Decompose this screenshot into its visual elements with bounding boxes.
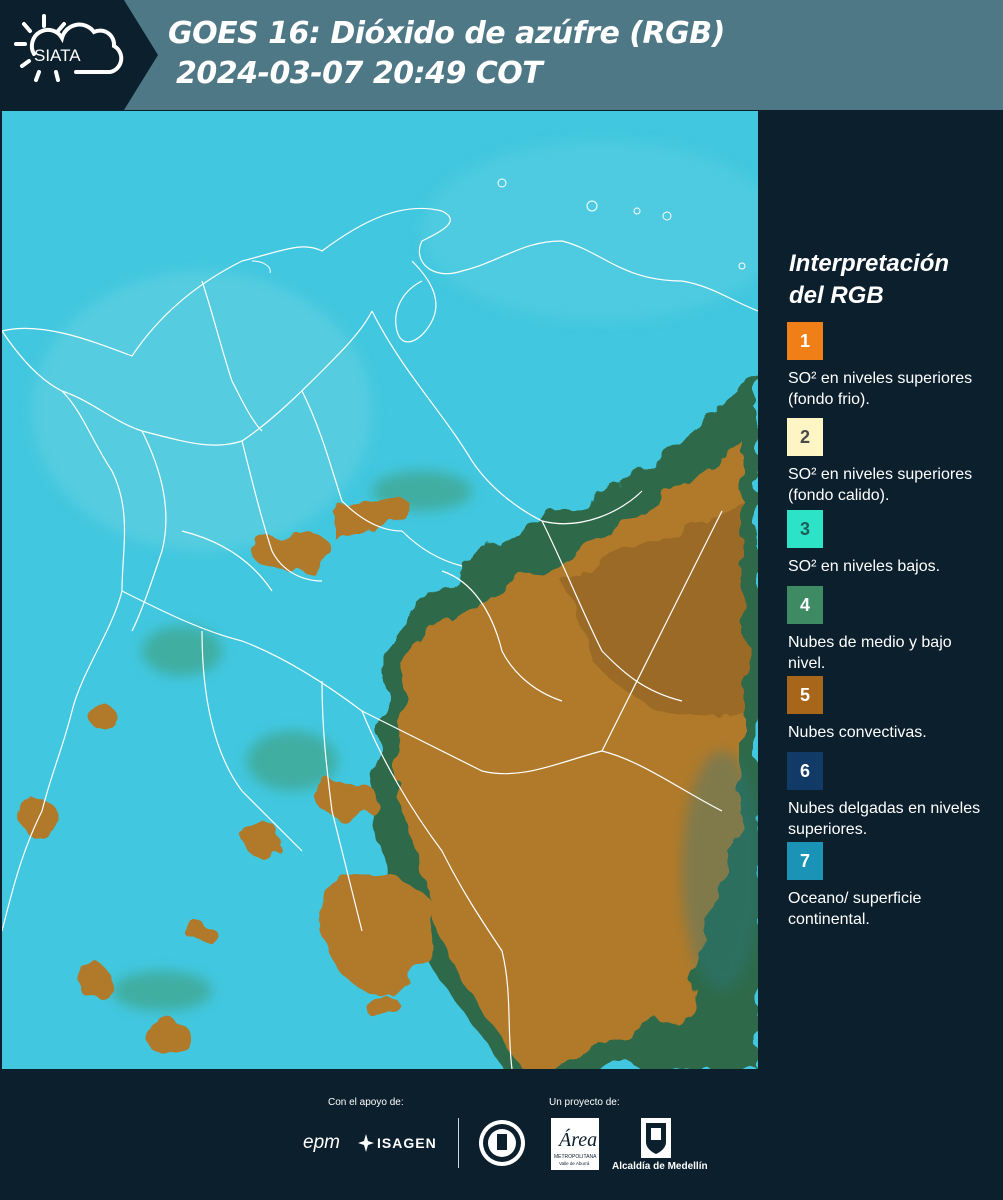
epm-logo: epm bbox=[303, 1132, 340, 1153]
legend-swatch: 1 bbox=[787, 322, 823, 360]
isagen-icon bbox=[358, 1134, 374, 1152]
satellite-map bbox=[2, 111, 758, 1069]
legend-swatch: 5 bbox=[787, 676, 823, 714]
legend-description: Nubes delgadas en niveles superiores. bbox=[788, 800, 981, 838]
alcaldia-logo-text: Alcaldía de Medellín bbox=[612, 1161, 708, 1172]
title-datetime: 2024-03-07 20:49 COT bbox=[176, 56, 543, 91]
legend-title-line2: del RGB bbox=[789, 282, 884, 309]
legend-description: SO² en niveles superiores (fondo frio). bbox=[788, 370, 973, 408]
header-bar: SIATA GOES 16: Dióxido de azúfre (RGB) 2… bbox=[0, 0, 1003, 110]
alcaldia-shield-icon bbox=[641, 1118, 671, 1158]
title-product: GOES 16: Dióxido de azúfre (RGB) bbox=[168, 16, 725, 51]
project-label: Un proyecto de: bbox=[549, 1097, 620, 1108]
legend-description: Nubes de medio y bajo nivel. bbox=[788, 634, 952, 672]
legend-title-line1: Interpretación bbox=[789, 250, 950, 277]
footer: Con el apoyo de: Un proyecto de: epm ISA… bbox=[0, 1070, 1003, 1200]
legend-swatch: 7 bbox=[787, 842, 823, 880]
legend-swatch: 6 bbox=[787, 752, 823, 790]
footer-divider bbox=[458, 1118, 459, 1168]
page-title: GOES 16: Dióxido de azúfre (RGB) 2024-03… bbox=[168, 14, 725, 94]
svg-text:METROPOLITANA: METROPOLITANA bbox=[554, 1154, 597, 1160]
svg-text:Área: Área bbox=[557, 1128, 597, 1151]
legend-panel: Interpretación del RGB 1 SO² en niveles s… bbox=[759, 110, 1003, 1070]
legend-swatch: 3 bbox=[787, 510, 823, 548]
legend-title: Interpretación del RGB bbox=[789, 248, 949, 312]
svg-text:SIATA: SIATA bbox=[34, 46, 81, 65]
legend-description: SO² en niveles superiores (fondo calido)… bbox=[788, 466, 973, 504]
legend-description: SO² en niveles bajos. bbox=[788, 558, 941, 575]
legend-description: Nubes convectivas. bbox=[788, 724, 927, 741]
siata-logo-icon: SIATA bbox=[14, 14, 124, 82]
area-metropolitana-logo: Área METROPOLITANA Valle de Aburrá bbox=[551, 1118, 599, 1170]
isagen-logo: ISAGEN bbox=[377, 1135, 437, 1151]
svg-text:Valle de Aburrá: Valle de Aburrá bbox=[559, 1161, 590, 1166]
medellin-seal-icon bbox=[479, 1120, 525, 1166]
support-label: Con el apoyo de: bbox=[328, 1097, 404, 1108]
legend-swatch: 4 bbox=[787, 586, 823, 624]
legend-description: Oceano/ superficie continental. bbox=[788, 890, 922, 928]
legend-swatch: 2 bbox=[787, 418, 823, 456]
